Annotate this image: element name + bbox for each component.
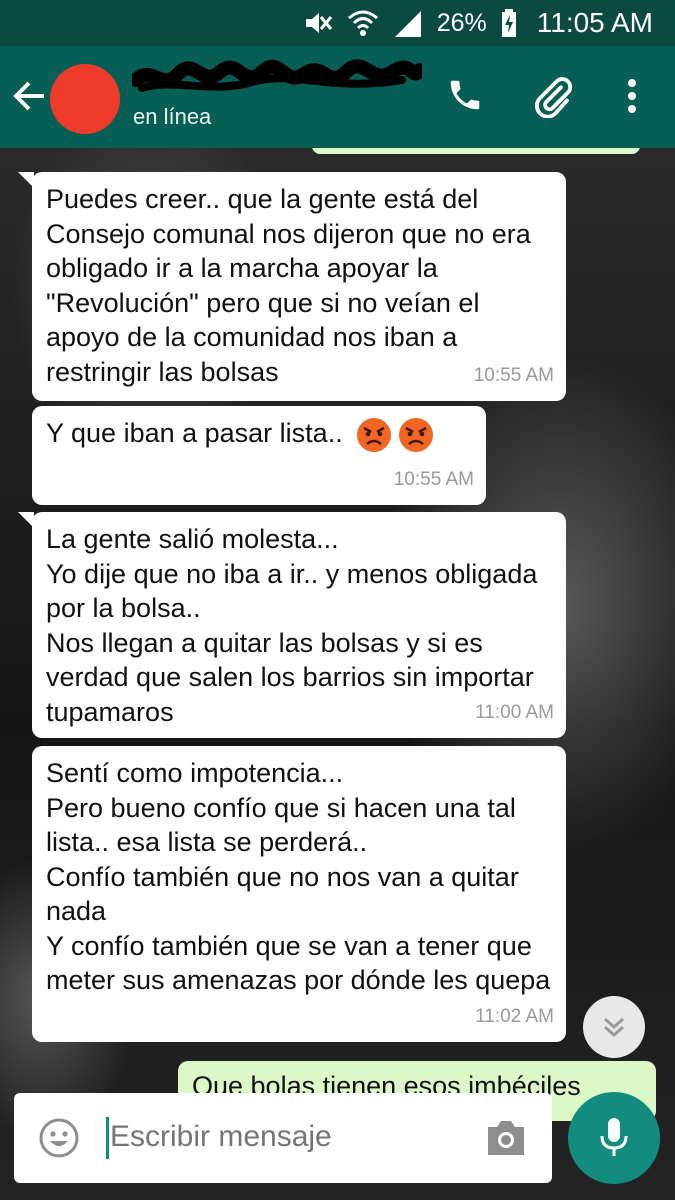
message-time: 10:55 AM — [393, 468, 474, 490]
message-time: 11:02 AM — [475, 1005, 554, 1027]
chat-header: en línea — [0, 46, 675, 148]
previous-outgoing-bubble — [312, 148, 640, 154]
chat-area[interactable]: Puedes creer.. que la gente está del Con… — [0, 148, 675, 1200]
message-text: Sentí como impotencia... Pero bueno conf… — [46, 758, 551, 995]
text-cursor — [106, 1117, 109, 1159]
message-bubble[interactable]: Sentí como impotencia... Pero bueno conf… — [32, 746, 566, 1042]
camera-icon[interactable] — [484, 1119, 528, 1157]
double-chevron-down-icon — [604, 1017, 624, 1038]
angry-face-icon — [399, 417, 434, 452]
voice-message-button[interactable] — [568, 1092, 660, 1184]
scroll-to-bottom-button[interactable] — [583, 996, 645, 1058]
battery-percent: 26% — [436, 8, 487, 37]
avatar[interactable] — [50, 64, 120, 134]
message-input[interactable] — [110, 1120, 470, 1154]
message-bubble[interactable]: Puedes creer.. que la gente está del Con… — [18, 172, 566, 401]
message-bubble[interactable]: La gente salió molesta... Yo dije que no… — [18, 512, 566, 738]
wifi-icon — [347, 10, 378, 36]
back-arrow-icon[interactable] — [12, 78, 48, 114]
contact-status: en línea — [133, 104, 212, 129]
contact-name-redacted[interactable] — [132, 58, 422, 98]
battery-charging-icon — [501, 9, 516, 37]
signal-icon — [394, 11, 421, 37]
call-icon[interactable] — [446, 76, 484, 114]
emoji-icon[interactable] — [38, 1117, 80, 1159]
message-text: Y que iban a pasar lista.. — [46, 418, 343, 448]
status-time: 11:05 AM — [536, 7, 653, 38]
mute-icon — [305, 13, 332, 33]
attach-icon[interactable] — [532, 76, 574, 118]
message-composer — [14, 1093, 552, 1183]
message-time: 10:55 AM — [473, 364, 554, 386]
microphone-icon — [600, 1118, 628, 1156]
angry-face-icon — [357, 417, 392, 452]
message-bubble[interactable]: Y que iban a pasar lista.. 10:55 AM — [32, 406, 486, 505]
more-options-icon[interactable] — [620, 76, 644, 116]
status-bar: 26% 11:05 AM — [0, 0, 675, 46]
message-time: 11:00 AM — [475, 701, 554, 723]
